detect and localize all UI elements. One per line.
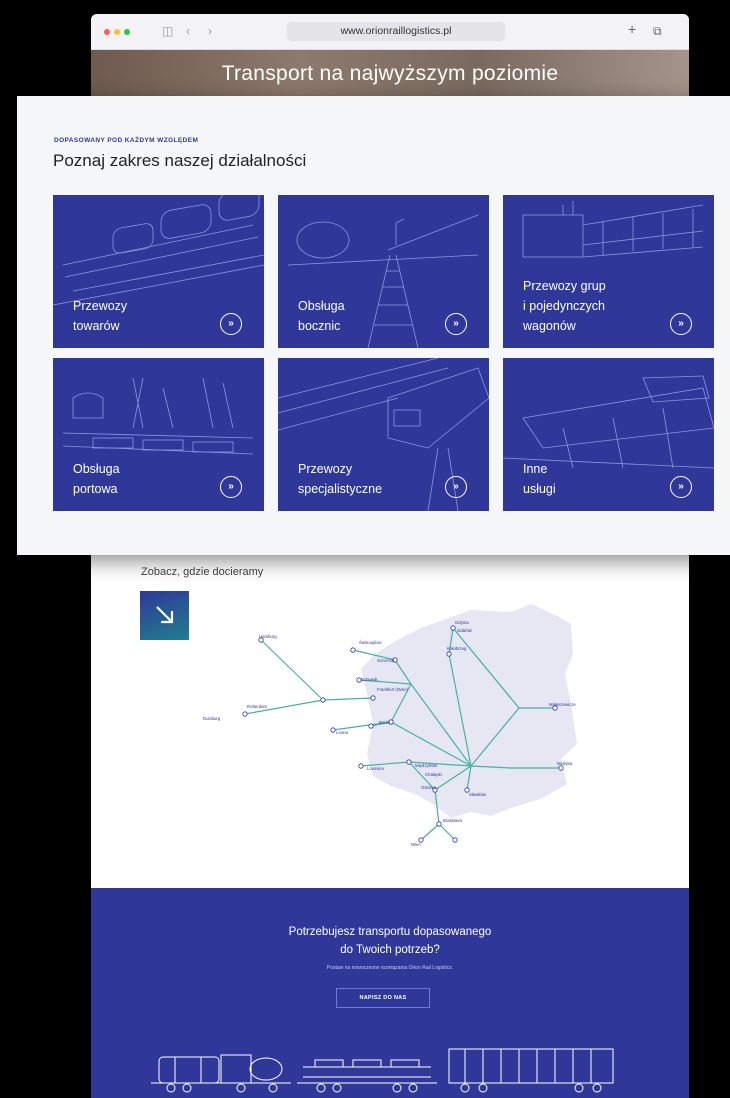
minimize-window-button[interactable] (114, 29, 120, 35)
double-chevron-right-icon[interactable]: » (445, 476, 467, 498)
city-label: Leuna (336, 730, 349, 735)
service-tile-sidings[interactable]: Obsługa bocznic » (278, 195, 489, 348)
hero-title: Transport na najwyższym poziomie (221, 62, 559, 85)
forward-arrow-icon[interactable]: › (208, 24, 212, 38)
service-tile-label: Przewozy grup i pojedynczych wagonów (523, 279, 606, 333)
service-tile-port[interactable]: Obsługa portowa » (53, 358, 264, 511)
city-label: Duisburg (203, 716, 221, 721)
city-label: Chałupki (425, 772, 442, 777)
city-label: Małaszewicze (549, 702, 576, 707)
double-chevron-right-icon[interactable]: » (670, 476, 692, 498)
close-window-button[interactable] (104, 29, 110, 35)
city-label: Szczecin (377, 658, 395, 663)
city-label: Kołobrzeg (447, 646, 467, 651)
city-label: Gdynia (455, 620, 469, 625)
double-chevron-right-icon[interactable]: » (445, 313, 467, 335)
service-tile-label: Obsługa bocznic (298, 299, 345, 333)
service-tile-label: Przewozy specjalistyczne (298, 462, 383, 496)
city-label: Rotterdam (247, 704, 267, 709)
service-tile-freight[interactable]: Przewozy towarów » (53, 195, 264, 348)
city-label: Świnoujście (359, 640, 382, 645)
city-label: Gdańsk (457, 628, 473, 633)
cta-subtitle: Postaw na nowoczesne rozwiązania Orion R… (326, 965, 454, 971)
services-panel: DOPASOWANY POD KAŻDYM WZGLĘDEM Poznaj za… (17, 96, 730, 555)
browser-toolbar: ◫ ‹ › www.orionraillogistics.pl + ⧉ (91, 14, 689, 50)
services-title: Poznaj zakres naszej działalności (53, 151, 307, 170)
city-label: Hamburg (259, 634, 277, 639)
city-label: Lovosice (367, 766, 385, 771)
double-chevron-right-icon[interactable]: » (220, 313, 242, 335)
tabs-overview-icon[interactable]: ⧉ (653, 24, 662, 38)
rail-network-map: Gdynia Gdańsk Hamburg Świnoujście Szczec… (203, 604, 577, 847)
maximize-window-button[interactable] (124, 29, 130, 35)
back-arrow-icon[interactable]: ‹ (186, 24, 190, 38)
double-chevron-right-icon[interactable]: » (670, 313, 692, 335)
city-label: Schwedt (361, 677, 378, 682)
services-eyebrow: DOPASOWANY POD KAŻDYM WZGLĘDEM (54, 137, 199, 144)
city-label: Medyka (557, 761, 573, 766)
service-tile-label: Obsługa portowa (73, 462, 120, 496)
city-label: Ostrava (421, 785, 437, 790)
city-label: Międzylesie (415, 763, 438, 768)
double-chevron-right-icon[interactable]: » (220, 476, 242, 498)
city-label: Bratislava (443, 818, 462, 823)
service-tile-label: Inne usługi (523, 462, 556, 496)
cta-title: Potrzebujesz transportu dopasowanego do … (91, 923, 689, 959)
cta-title-line: Potrzebujesz transportu dopasowanego (288, 926, 492, 938)
city-label: Wien (411, 842, 421, 847)
city-label: Berlin (379, 720, 391, 725)
cta-title-line: do Twoich potrzeb? (340, 944, 440, 956)
city-label: Sławków (469, 792, 487, 797)
contact-us-button[interactable]: NAPISZ DO NAS (336, 988, 430, 1008)
service-tile-wagons[interactable]: Przewozy grup i pojedynczych wagonów » (503, 195, 714, 348)
contact-cta-section: Potrzebujesz transportu dopasowanego do … (91, 888, 689, 1098)
new-tab-plus-icon[interactable]: + (628, 22, 636, 36)
service-tile-special[interactable]: Przewozy specjalistyczne » (278, 358, 489, 511)
train-wagons-illustration (151, 1048, 614, 1093)
city-label: Frankfurt (Oder) (377, 687, 408, 692)
service-tile-other[interactable]: Inne usługi » (503, 358, 714, 511)
poland-shape (361, 604, 577, 818)
service-tile-label: Przewozy towarów (73, 299, 128, 333)
sidebar-toggle-icon[interactable]: ◫ (162, 24, 173, 38)
address-bar[interactable]: www.orionraillogistics.pl (287, 22, 505, 41)
